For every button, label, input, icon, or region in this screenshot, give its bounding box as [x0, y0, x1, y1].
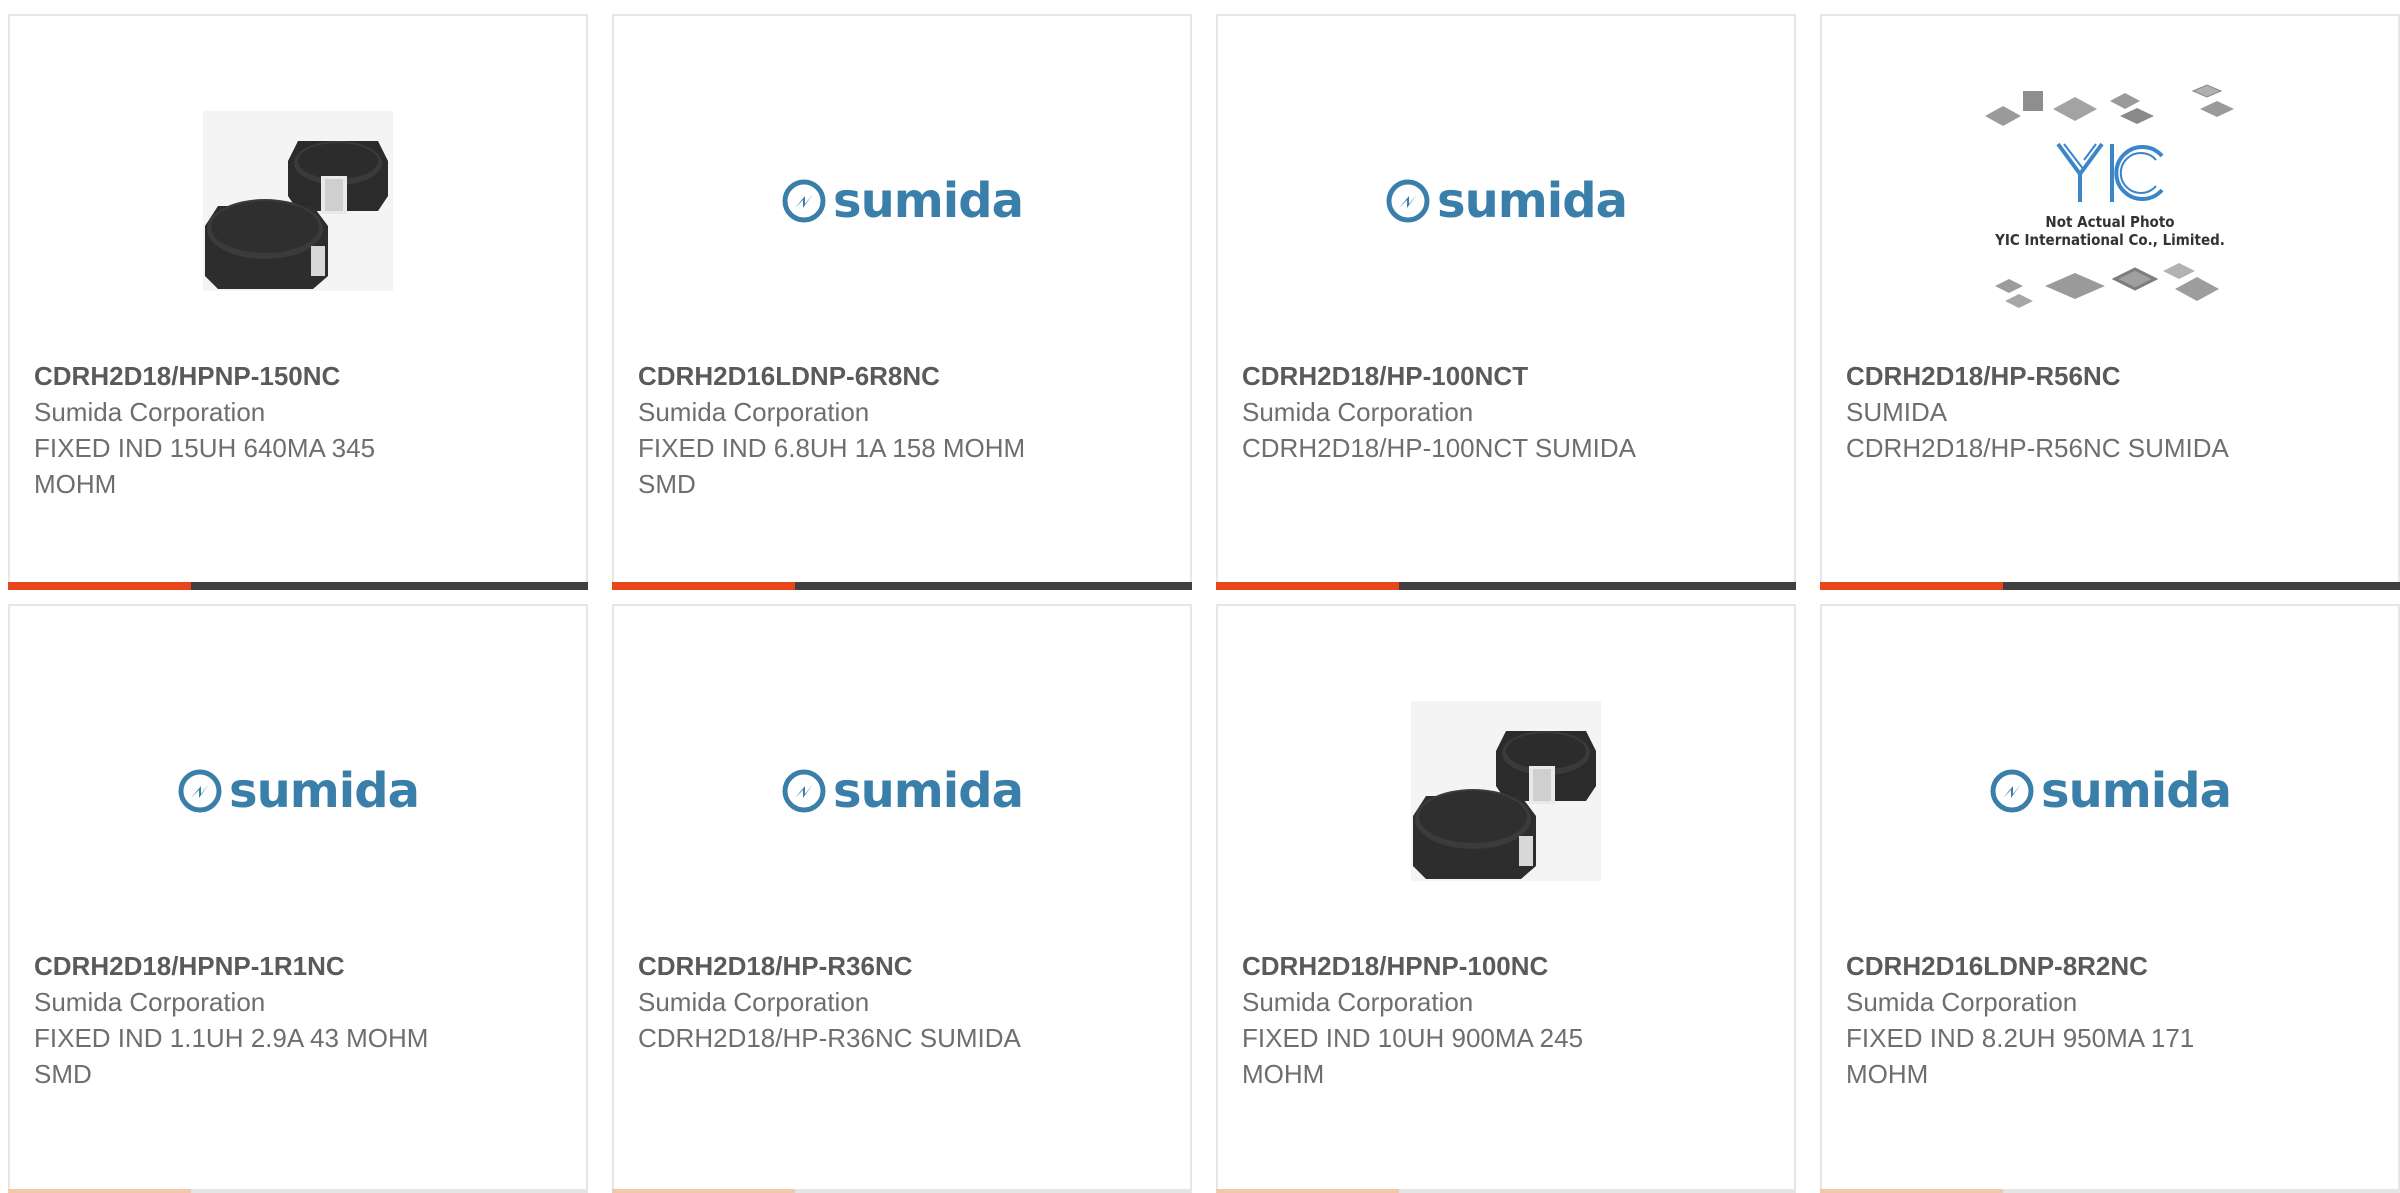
- bar-accent: [1820, 582, 2003, 590]
- product-info: CDRH2D18/HPNP-150NC Sumida Corporation F…: [34, 358, 562, 502]
- product-image[interactable]: sumida: [10, 666, 586, 916]
- bar-rest: [191, 582, 588, 590]
- sumida-logo-icon: sumida: [1385, 173, 1628, 229]
- product-info: CDRH2D18/HPNP-1R1NC Sumida Corporation F…: [34, 948, 562, 1092]
- product-image[interactable]: sumida: [614, 76, 1190, 326]
- product-info: CDRH2D18/HP-R36NC Sumida Corporation CDR…: [638, 948, 1166, 1056]
- bar-rest: [795, 1189, 1192, 1193]
- product-image[interactable]: [10, 76, 586, 326]
- logo-text: sumida: [833, 763, 1024, 819]
- part-number[interactable]: CDRH2D18/HPNP-1R1NC: [34, 948, 562, 984]
- yic-caption-line2: YIC International Co., Limited.: [1995, 231, 2225, 249]
- manufacturer: Sumida Corporation: [638, 397, 870, 427]
- product-info: CDRH2D16LDNP-6R8NC Sumida Corporation FI…: [638, 358, 1166, 502]
- description: CDRH2D18/HP-R56NC SUMIDA: [1846, 433, 2229, 463]
- product-image[interactable]: Not Actual Photo YIC International Co., …: [1822, 76, 2398, 326]
- logo-text: sumida: [1437, 173, 1628, 229]
- manufacturer: Sumida Corporation: [1242, 987, 1474, 1017]
- inductor-photo-icon: [1411, 701, 1601, 881]
- card-bottom-bar: [8, 582, 588, 590]
- card-bottom-bar: [612, 1189, 1192, 1193]
- sumida-mark-icon: [1386, 179, 1430, 223]
- part-number[interactable]: CDRH2D16LDNP-8R2NC: [1846, 948, 2374, 984]
- product-card[interactable]: sumida CDRH2D18/HPNP-1R1NC Sumida Corpor…: [8, 604, 588, 1193]
- manufacturer: SUMIDA: [1846, 397, 1948, 427]
- part-number[interactable]: CDRH2D18/HP-R36NC: [638, 948, 1166, 984]
- bar-rest: [2003, 1189, 2400, 1193]
- bar-rest: [1399, 1189, 1796, 1193]
- product-image[interactable]: sumida: [614, 666, 1190, 916]
- bar-rest: [795, 582, 1192, 590]
- product-image[interactable]: sumida: [1218, 76, 1794, 326]
- card-bottom-bar: [1216, 582, 1796, 590]
- yic-caption-line1: Not Actual Photo: [2045, 213, 2175, 231]
- description: FIXED IND 1.1UH 2.9A 43 MOHM SMD: [34, 1023, 429, 1089]
- bar-rest: [2003, 582, 2400, 590]
- sumida-logo-icon: sumida: [1989, 763, 2232, 819]
- sumida-mark-icon: [178, 769, 222, 813]
- product-info: CDRH2D18/HP-R56NC SUMIDA CDRH2D18/HP-R56…: [1846, 358, 2374, 466]
- yic-logo-icon: [2056, 142, 2164, 202]
- description: FIXED IND 8.2UH 950MA 171 MOHM: [1846, 1023, 2195, 1089]
- product-card[interactable]: Not Actual Photo YIC International Co., …: [1820, 14, 2400, 590]
- product-info: CDRH2D18/HP-100NCT Sumida Corporation CD…: [1242, 358, 1770, 466]
- product-card[interactable]: CDRH2D18/HPNP-150NC Sumida Corporation F…: [8, 14, 588, 590]
- bar-accent: [612, 582, 795, 590]
- bar-accent: [1216, 582, 1399, 590]
- manufacturer: Sumida Corporation: [1846, 987, 2078, 1017]
- card-bottom-bar: [612, 582, 1192, 590]
- card-bottom-bar: [1820, 582, 2400, 590]
- bar-rest: [1399, 582, 1796, 590]
- bar-accent: [612, 1189, 795, 1193]
- yic-placeholder-image: Not Actual Photo YIC International Co., …: [1975, 81, 2245, 321]
- bar-accent: [1820, 1189, 2003, 1193]
- sumida-logo-icon: sumida: [177, 763, 420, 819]
- logo-text: sumida: [229, 763, 420, 819]
- product-card[interactable]: sumida CDRH2D18/HP-100NCT Sumida Corpora…: [1216, 14, 1796, 590]
- part-number[interactable]: CDRH2D18/HPNP-150NC: [34, 358, 562, 394]
- part-number[interactable]: CDRH2D18/HP-R56NC: [1846, 358, 2374, 394]
- part-number[interactable]: CDRH2D16LDNP-6R8NC: [638, 358, 1166, 394]
- description: FIXED IND 10UH 900MA 245 MOHM: [1242, 1023, 1584, 1089]
- sumida-mark-icon: [1990, 769, 2034, 813]
- logo-text: sumida: [833, 173, 1024, 229]
- description: FIXED IND 6.8UH 1A 158 MOHM SMD: [638, 433, 1026, 499]
- bar-accent: [8, 582, 191, 590]
- product-image[interactable]: sumida: [1822, 666, 2398, 916]
- product-info: CDRH2D18/HPNP-100NC Sumida Corporation F…: [1242, 948, 1770, 1092]
- sumida-mark-icon: [782, 769, 826, 813]
- manufacturer: Sumida Corporation: [34, 987, 266, 1017]
- bar-accent: [1216, 1189, 1399, 1193]
- card-bottom-bar: [1216, 1189, 1796, 1193]
- logo-text: sumida: [2041, 763, 2232, 819]
- inductor-photo-icon: [203, 111, 393, 291]
- product-card[interactable]: sumida CDRH2D16LDNP-6R8NC Sumida Corpora…: [612, 14, 1192, 590]
- description: FIXED IND 15UH 640MA 345 MOHM: [34, 433, 376, 499]
- bar-rest: [191, 1189, 588, 1193]
- part-number[interactable]: CDRH2D18/HP-100NCT: [1242, 358, 1770, 394]
- description: CDRH2D18/HP-R36NC SUMIDA: [638, 1023, 1021, 1053]
- product-card[interactable]: sumida CDRH2D16LDNP-8R2NC Sumida Corpora…: [1820, 604, 2400, 1193]
- card-bottom-bar: [8, 1189, 588, 1193]
- bar-accent: [8, 1189, 191, 1193]
- product-info: CDRH2D16LDNP-8R2NC Sumida Corporation FI…: [1846, 948, 2374, 1092]
- product-image[interactable]: [1218, 666, 1794, 916]
- manufacturer: Sumida Corporation: [638, 987, 870, 1017]
- sumida-logo-icon: sumida: [781, 763, 1024, 819]
- manufacturer: Sumida Corporation: [1242, 397, 1474, 427]
- sumida-mark-icon: [782, 179, 826, 223]
- part-number[interactable]: CDRH2D18/HPNP-100NC: [1242, 948, 1770, 984]
- product-grid: CDRH2D18/HPNP-150NC Sumida Corporation F…: [0, 0, 2400, 1193]
- sumida-logo-icon: sumida: [781, 173, 1024, 229]
- product-card[interactable]: sumida CDRH2D18/HP-R36NC Sumida Corporat…: [612, 604, 1192, 1193]
- description: CDRH2D18/HP-100NCT SUMIDA: [1242, 433, 1636, 463]
- product-card[interactable]: CDRH2D18/HPNP-100NC Sumida Corporation F…: [1216, 604, 1796, 1193]
- card-bottom-bar: [1820, 1189, 2400, 1193]
- manufacturer: Sumida Corporation: [34, 397, 266, 427]
